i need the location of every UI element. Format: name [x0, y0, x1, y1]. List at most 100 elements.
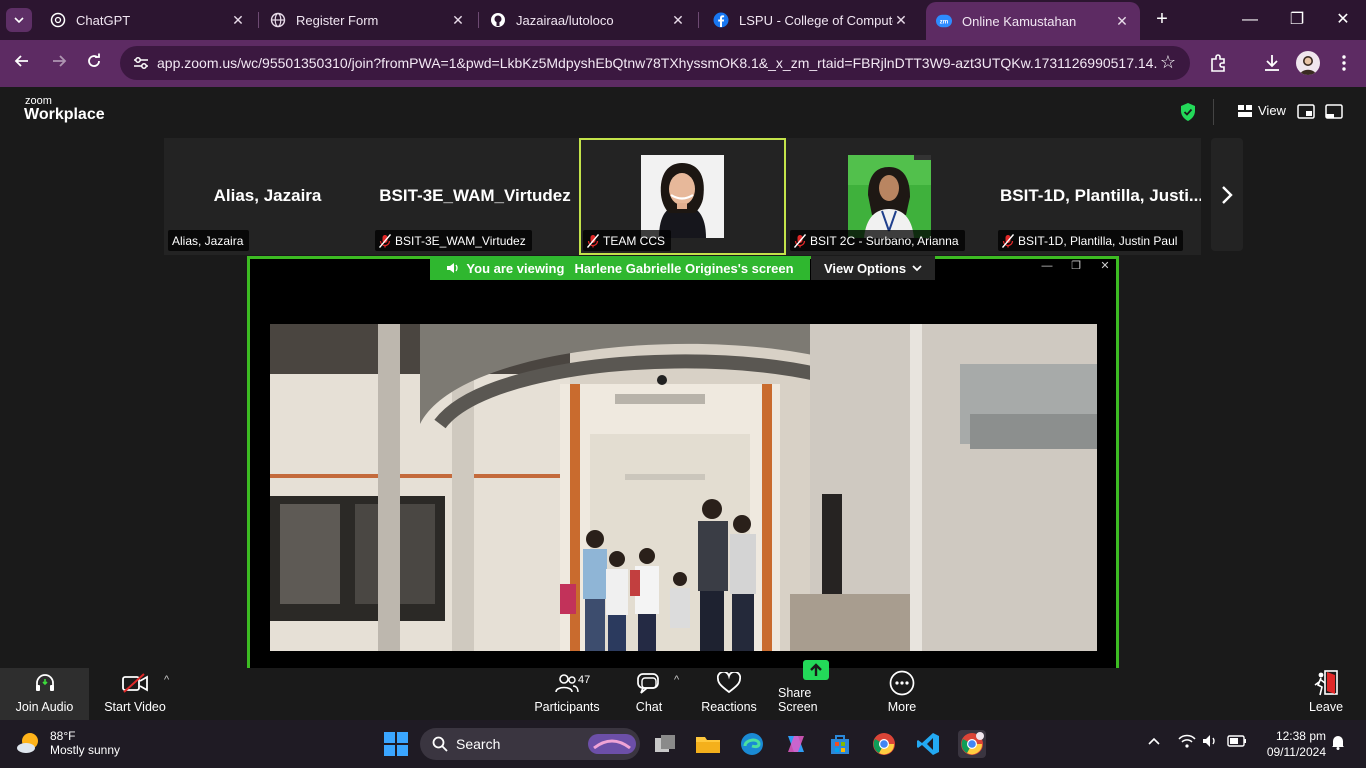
muted-mic-icon	[587, 233, 599, 248]
browser-menu-icon[interactable]	[1332, 51, 1356, 75]
notification-bell-icon[interactable]	[1331, 734, 1345, 753]
participant-name-tag: BSIT 2C - Surbano, Arianna	[790, 230, 965, 251]
profile-avatar[interactable]	[1296, 51, 1320, 75]
tab-divider	[478, 12, 479, 28]
close-tab-icon[interactable]: ✕	[893, 12, 909, 29]
participants-count: 47	[578, 674, 591, 686]
chrome-profile-icon[interactable]	[958, 730, 986, 758]
encryption-shield-icon[interactable]	[1180, 103, 1196, 121]
participant-name: BSIT 2C - Surbano, Arianna	[810, 233, 959, 248]
more-label: More	[887, 700, 917, 714]
reactions-button[interactable]: Reactions	[698, 668, 760, 720]
start-button[interactable]	[382, 730, 410, 758]
chrome-icon[interactable]	[870, 730, 898, 758]
viewing-prefix: You are viewing	[466, 260, 565, 276]
weather-widget[interactable]: 88°F Mostly sunny	[16, 729, 120, 757]
edge-browser-icon[interactable]	[738, 730, 766, 758]
close-tab-icon[interactable]: ✕	[450, 12, 466, 29]
start-video-button[interactable]: Start Video	[100, 668, 170, 720]
tab-github[interactable]: Jazairaa/lutoloco ✕	[480, 0, 696, 40]
file-explorer-icon[interactable]	[694, 730, 722, 758]
sun-cloud-icon	[17, 733, 38, 753]
speaker-icon	[447, 263, 459, 273]
muted-mic-icon	[794, 233, 806, 248]
close-share-icon[interactable]: ✕	[1098, 259, 1112, 273]
restore-share-icon[interactable]: ❐	[1069, 259, 1083, 273]
reactions-label: Reactions	[701, 700, 757, 714]
minimize-window-button[interactable]: —	[1236, 8, 1264, 32]
battery-icon[interactable]	[1227, 734, 1247, 751]
join-audio-button[interactable]: Join Audio	[0, 668, 89, 720]
new-tab-button[interactable]: +	[1150, 8, 1174, 32]
tab-lspu-facebook[interactable]: LSPU - College of Computer ✕	[703, 0, 919, 40]
chat-options-caret[interactable]: ^	[674, 674, 679, 686]
share-screen-button[interactable]: Share Screen	[778, 660, 853, 720]
participant-display-name: BSIT-3E_WAM_Virtudez	[379, 186, 571, 205]
vscode-icon[interactable]	[914, 730, 942, 758]
minimize-share-icon[interactable]: —	[1040, 259, 1054, 273]
close-tab-icon[interactable]: ✕	[1114, 13, 1130, 30]
participant-tile[interactable]: BSIT-1D, Plantilla, Justi... BSIT-1D, Pl…	[994, 138, 1201, 255]
copilot-icon[interactable]	[782, 730, 810, 758]
tab-register-form[interactable]: Register Form ✕	[260, 0, 476, 40]
back-button[interactable]	[8, 50, 36, 76]
participant-name-tag: Alias, Jazaira	[168, 230, 250, 251]
chat-button[interactable]: Chat	[624, 668, 674, 720]
taskbar-search[interactable]: Search	[420, 728, 640, 760]
participants-button[interactable]: Participants	[532, 668, 602, 720]
participant-name-tag: TEAM CCS	[583, 230, 672, 251]
windows-logo-icon	[384, 732, 408, 756]
close-tab-icon[interactable]: ✕	[670, 12, 686, 29]
more-icon	[888, 670, 916, 696]
fullscreen-icon[interactable]	[1325, 104, 1343, 120]
reload-icon	[88, 53, 100, 67]
tab-title: Online Kamustahan	[962, 13, 1077, 29]
more-button[interactable]: More	[876, 668, 928, 720]
video-options-caret[interactable]: ^	[164, 674, 169, 686]
restore-window-button[interactable]: ❐	[1283, 8, 1311, 32]
tab-online-kamustahan[interactable]: zm Online Kamustahan ✕	[926, 2, 1140, 40]
site-settings-icon[interactable]	[132, 54, 150, 72]
shared-screen-content	[270, 324, 1097, 651]
view-button[interactable]: View	[1238, 103, 1286, 118]
windows-taskbar: 88°F Mostly sunny Search 12:38 pm 09/11/…	[0, 720, 1366, 768]
url-text[interactable]: app.zoom.us/wc/95501350310/join?fromPWA=…	[157, 55, 1157, 71]
tab-title: Jazairaa/lutoloco	[516, 12, 614, 28]
view-options-button[interactable]: View Options	[811, 256, 935, 280]
reload-button[interactable]	[80, 50, 108, 76]
tab-search-button[interactable]	[6, 8, 32, 32]
forward-button[interactable]	[45, 50, 73, 76]
weather-condition-text: Mostly sunny	[50, 743, 121, 757]
show-hidden-icons-button[interactable]	[1148, 734, 1160, 749]
taskbar-clock[interactable]: 12:38 pm 09/11/2024	[1256, 728, 1326, 760]
extensions-icon[interactable]	[1206, 51, 1230, 75]
leave-button[interactable]: Leave	[1302, 668, 1350, 720]
tab-chatgpt[interactable]: ChatGPT ✕	[40, 0, 256, 40]
participant-tile[interactable]: Alias, Jazaira Alias, Jazaira	[164, 138, 371, 255]
tab-title: ChatGPT	[76, 12, 131, 28]
close-tab-icon[interactable]: ✕	[230, 12, 246, 29]
muted-mic-icon	[1002, 233, 1014, 248]
clock-time: 12:38 pm	[1275, 729, 1326, 743]
picture-in-picture-icon[interactable]	[1297, 104, 1315, 120]
microsoft-store-icon[interactable]	[826, 730, 854, 758]
volume-icon[interactable]	[1202, 734, 1220, 751]
presenter-name: Harlene Gabrielle Origines's screen	[574, 260, 794, 276]
participant-tile-active-speaker[interactable]: TEAM CCS	[579, 138, 786, 255]
task-view-icon[interactable]	[651, 730, 679, 758]
view-options-label: View Options	[823, 260, 907, 276]
close-window-button[interactable]: ✕	[1329, 8, 1357, 32]
download-icon[interactable]	[1260, 51, 1284, 75]
address-bar[interactable]: app.zoom.us/wc/95501350310/join?fromPWA=…	[120, 46, 1190, 80]
grid-view-icon	[1238, 104, 1252, 117]
participant-tile[interactable]: BSIT-3E_WAM_Virtudez BSIT-3E_WAM_Virtude…	[371, 138, 579, 255]
next-participants-button[interactable]	[1211, 138, 1243, 251]
participant-name: BSIT-3E_WAM_Virtudez	[395, 233, 526, 248]
zoom-meeting-toolbar: Join Audio Start Video ^ Participants Ch…	[0, 660, 1366, 720]
search-placeholder: Search	[456, 736, 501, 752]
zoom-header: zoom Workplace View	[0, 87, 1366, 137]
bookmark-star-icon[interactable]: ☆	[1160, 52, 1176, 73]
participant-tile[interactable]: BSIT 2C - Surbano, Arianna	[786, 138, 994, 255]
browser-tab-strip: ChatGPT ✕ Register Form ✕ Jazairaa/lutol…	[0, 0, 1366, 40]
wifi-icon[interactable]	[1178, 734, 1196, 751]
